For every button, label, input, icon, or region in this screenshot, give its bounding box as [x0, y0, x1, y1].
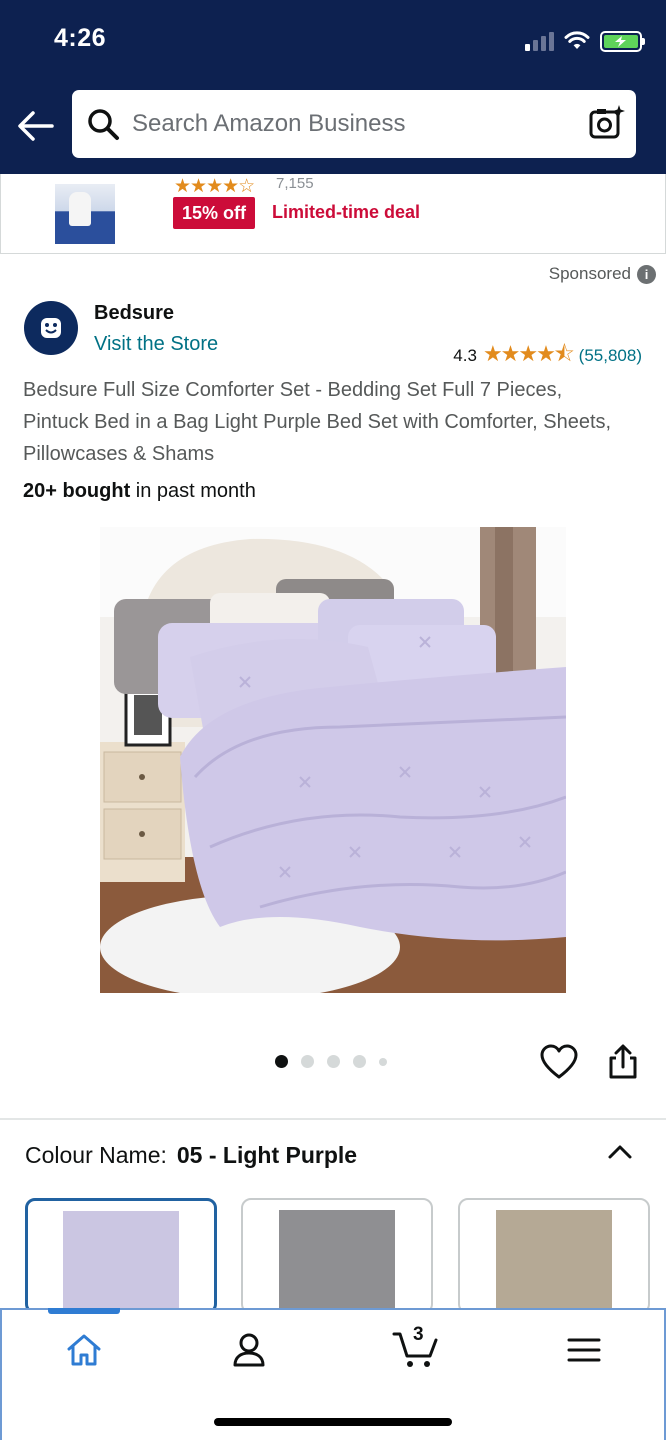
rating-count-link[interactable]: (55,808) [579, 346, 642, 366]
heart-icon[interactable] [540, 1044, 578, 1080]
swatch-image [63, 1211, 179, 1311]
cart-count: 3 [413, 1324, 424, 1345]
colour-selector-header[interactable]: Colour Name: 05 - Light Purple [25, 1142, 357, 1169]
wifi-icon [564, 31, 590, 49]
bought-in-past-month: 20+ bought in past month [23, 480, 256, 503]
swatch-image [496, 1210, 612, 1312]
account-icon[interactable] [229, 1330, 269, 1370]
home-icon[interactable] [64, 1330, 104, 1370]
info-icon[interactable]: i [637, 264, 656, 284]
back-arrow-icon[interactable] [16, 106, 56, 146]
camera-search-icon[interactable] [588, 104, 626, 142]
deal-discount-badge: 15% off [173, 197, 256, 229]
colour-label: Colour Name: [25, 1142, 167, 1168]
menu-icon[interactable] [564, 1330, 604, 1370]
battery-icon [600, 30, 645, 52]
sponsored-label[interactable]: Sponsored i [549, 264, 656, 284]
deal-label: Limited-time deal [272, 202, 421, 222]
carousel-dot[interactable] [327, 1055, 340, 1068]
cart-button[interactable]: 3 [392, 1324, 440, 1370]
carousel-dot[interactable] [353, 1055, 366, 1068]
status-time: 4:26 [54, 24, 107, 52]
deal-product-thumbnail[interactable] [55, 184, 115, 244]
brand-name: Bedsure [94, 302, 175, 324]
colour-swatch-grey[interactable] [241, 1198, 433, 1314]
rating-stars-icon: ★★★★⯪ [482, 341, 575, 366]
deal-rating-count: 7,155 [276, 175, 314, 192]
cellular-signal-icon [525, 31, 554, 51]
brand-logo[interactable] [24, 301, 78, 355]
product-rating[interactable]: 4.3 ★★★★⯪ (55,808) [453, 337, 642, 375]
search-icon [88, 109, 119, 140]
home-indicator [214, 1418, 452, 1426]
bought-period: in past month [130, 480, 256, 502]
section-divider [0, 1118, 666, 1120]
colour-swatch-khaki[interactable] [458, 1198, 650, 1314]
image-carousel-indicator[interactable] [275, 1055, 387, 1068]
sponsored-text: Sponsored [548, 264, 631, 283]
search-bar[interactable] [72, 90, 636, 158]
swatch-image [279, 1210, 395, 1312]
visit-store-link[interactable]: Visit the Store [94, 333, 218, 356]
status-icons [525, 28, 645, 54]
carousel-dot[interactable] [275, 1055, 288, 1068]
colour-swatch-light-purple[interactable] [25, 1198, 217, 1314]
bought-count: 20+ bought [23, 480, 131, 502]
search-input[interactable] [132, 90, 572, 158]
carousel-dot[interactable] [301, 1055, 314, 1068]
colour-selected-value: 05 - Light Purple [176, 1142, 358, 1168]
share-icon[interactable] [606, 1044, 640, 1080]
rating-value: 4.3 [453, 346, 477, 365]
product-image[interactable] [100, 527, 566, 993]
product-title: Bedsure Full Size Comforter Set - Beddin… [23, 379, 612, 465]
deal-rating-stars-icon: ★★★★☆ [174, 176, 255, 197]
nav-active-indicator [48, 1308, 120, 1314]
app-header: 4:26 [0, 0, 666, 174]
carousel-dot[interactable] [379, 1057, 387, 1066]
chevron-up-icon[interactable] [606, 1140, 634, 1162]
